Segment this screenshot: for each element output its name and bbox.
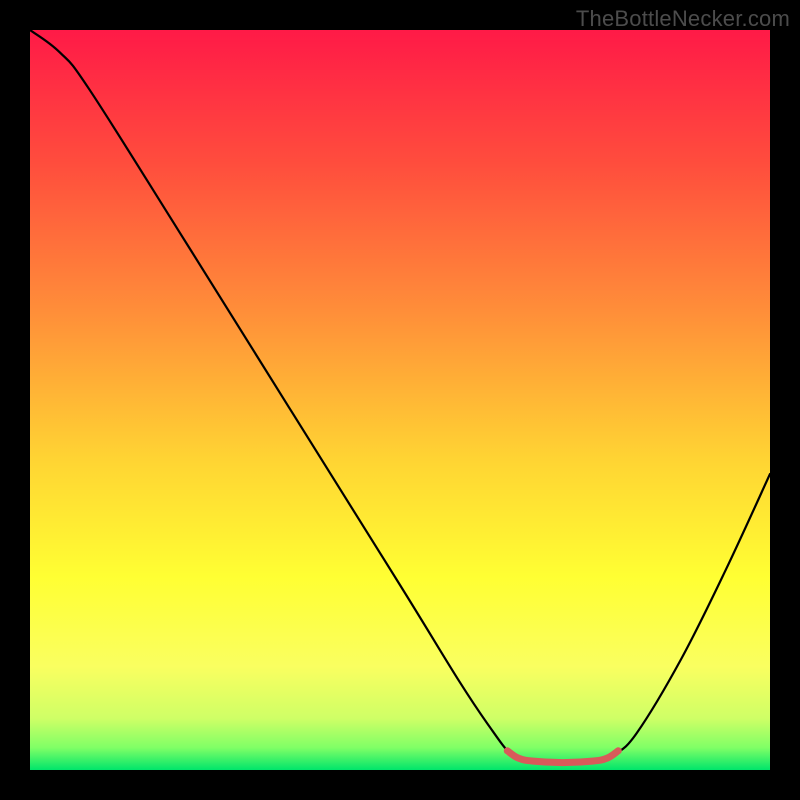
watermark-text: TheBottleNecker.com xyxy=(576,6,790,32)
chart-frame xyxy=(30,30,770,770)
bottleneck-chart xyxy=(30,30,770,770)
gradient-panel xyxy=(30,30,770,770)
